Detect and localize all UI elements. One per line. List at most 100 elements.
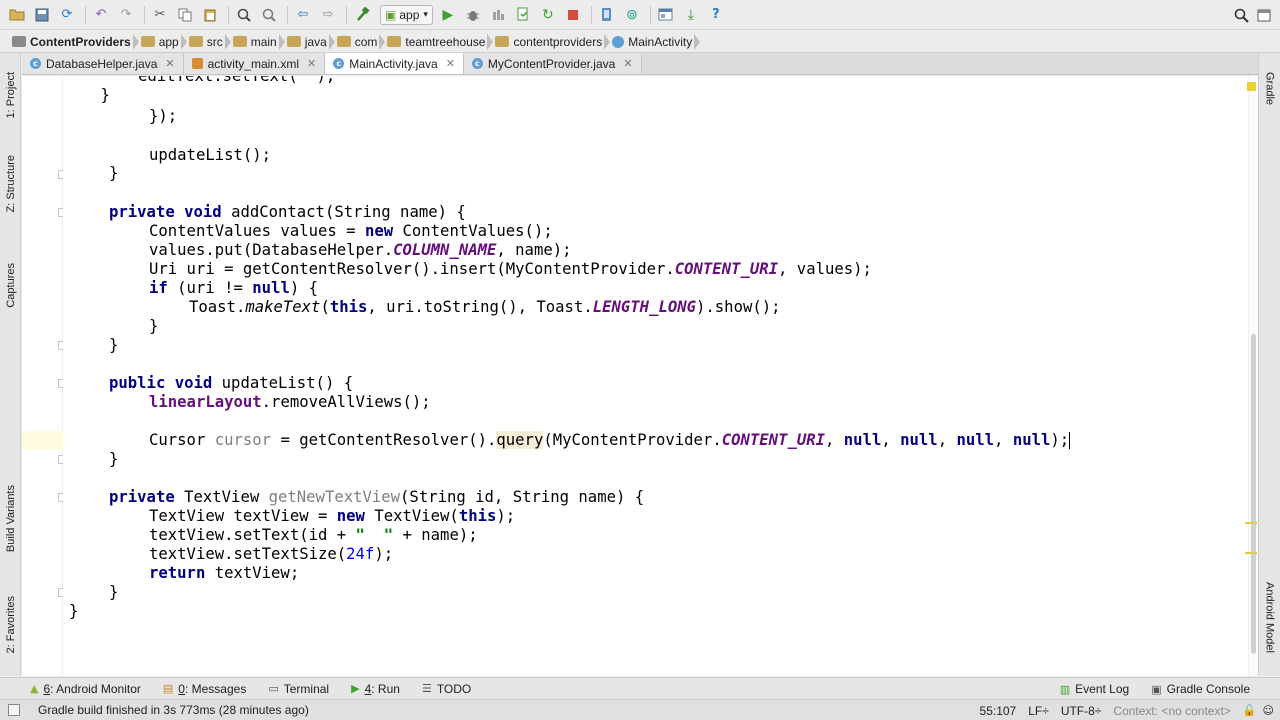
left-tool-strip: 1: Project Z: Structure Captures Build V…	[0, 53, 21, 676]
gradle-console-icon: ▣	[1151, 682, 1162, 696]
breadcrumb-label: com	[354, 34, 378, 49]
tool-event-log[interactable]: ▥ Event Log	[1060, 682, 1129, 696]
apply-changes-icon[interactable]	[512, 4, 534, 26]
bottom-tool-bar: ▲ 6: Android Monitor ▤ 0: Messages ▭ Ter…	[0, 677, 1280, 699]
tool-windows-toggle-icon[interactable]	[8, 704, 20, 716]
save-all-icon[interactable]	[31, 4, 53, 26]
search-everywhere-icon[interactable]	[1230, 4, 1252, 26]
run-icon: ▶	[351, 682, 360, 695]
class-icon: c	[471, 58, 483, 69]
make-project-icon[interactable]	[351, 4, 373, 26]
terminal-icon: ▭	[268, 682, 279, 695]
status-message[interactable]: Gradle build finished in 3s 773ms (28 mi…	[38, 703, 309, 717]
close-icon[interactable]: ✕	[446, 57, 455, 70]
code-line: updateList();	[149, 146, 272, 164]
close-icon[interactable]: ✕	[307, 57, 316, 70]
breadcrumb-item-java[interactable]: java	[285, 32, 335, 52]
code-line: }	[149, 317, 159, 335]
avd-manager-icon[interactable]	[596, 4, 618, 26]
breadcrumb-item-mainactivity[interactable]: MainActivity	[610, 32, 701, 52]
tab-mainactivity[interactable]: c MainActivity.java ✕	[325, 53, 464, 74]
tool-tab-favorites[interactable]: 2: Favorites	[0, 585, 21, 665]
caret-position[interactable]: 55:107	[980, 704, 1017, 718]
run-configuration-dropdown[interactable]: ▣ app ▾	[380, 4, 433, 25]
redo-icon[interactable]: ↷	[115, 4, 137, 26]
tool-tab-android-model[interactable]: Android Model	[1259, 567, 1280, 667]
tool-tab-captures[interactable]: Captures	[0, 249, 21, 321]
warning-marker[interactable]	[1245, 552, 1257, 554]
breadcrumb-item-contentproviders[interactable]: contentproviders	[493, 32, 610, 52]
analysis-status-icon[interactable]	[1247, 82, 1256, 91]
rerun-icon[interactable]: ↻	[537, 4, 559, 26]
open-folder-icon[interactable]	[6, 4, 28, 26]
find-icon[interactable]	[233, 4, 255, 26]
tool-gradle-console[interactable]: ▣ Gradle Console	[1151, 682, 1250, 696]
tab-databasehelper[interactable]: c DatabaseHelper.java ✕	[22, 53, 184, 74]
breadcrumb-item-main[interactable]: main	[231, 32, 285, 52]
right-tool-strip: Gradle Android Model	[1258, 53, 1280, 676]
layout-toggle-icon[interactable]	[1254, 4, 1274, 26]
tool-label: Terminal	[283, 681, 330, 696]
stop-icon[interactable]	[562, 4, 584, 26]
code-line: }	[109, 450, 119, 468]
tool-terminal[interactable]: ▭ Terminal	[268, 682, 329, 696]
breadcrumb-item-app[interactable]: app	[139, 32, 187, 52]
code-line: }	[109, 164, 119, 182]
breadcrumb-item-com[interactable]: com	[335, 32, 386, 52]
tool-android-monitor[interactable]: ▲ 6: Android Monitor	[30, 682, 141, 696]
lock-icon[interactable]: 🔓	[1243, 704, 1257, 717]
code-line: linearLayout.removeAllViews();	[149, 393, 431, 411]
tool-tab-project[interactable]: 1: Project	[0, 59, 21, 131]
tool-run[interactable]: ▶ 4: Run	[351, 682, 400, 696]
code-editor[interactable]: editText.setText(""); } }); updateList()…	[63, 76, 1248, 676]
tool-label: : Android Monitor	[50, 681, 141, 696]
status-bar: Gradle build finished in 3s 773ms (28 mi…	[0, 699, 1280, 720]
copy-icon[interactable]	[174, 4, 196, 26]
toolbar-separator	[649, 5, 651, 24]
tool-todo[interactable]: ☰ TODO	[422, 682, 471, 696]
tab-label: activity_main.xml	[207, 56, 299, 71]
tool-tab-structure[interactable]: Z: Structure	[0, 148, 21, 220]
editor-vertical-scrollbar[interactable]	[1248, 76, 1258, 676]
code-line: Toast.makeText(this, uri.toString(), Toa…	[189, 298, 781, 316]
attach-debugger-icon[interactable]	[487, 4, 509, 26]
tab-activity-main[interactable]: activity_main.xml ✕	[183, 53, 326, 74]
back-icon[interactable]: ⇦	[292, 4, 314, 26]
breadcrumb-item-src[interactable]: src	[187, 32, 231, 52]
code-line: }	[69, 602, 79, 620]
close-icon[interactable]: ✕	[623, 57, 632, 70]
sync-gradle-icon[interactable]: ⊚	[621, 4, 643, 26]
text-caret	[1069, 432, 1071, 449]
undo-icon[interactable]: ↶	[90, 4, 112, 26]
tool-tab-label: Gradle	[1263, 72, 1276, 106]
sync-icon[interactable]: ⟳	[56, 4, 78, 26]
class-icon	[612, 35, 625, 48]
close-icon[interactable]: ✕	[165, 57, 174, 70]
inspector-icon[interactable]: ☺	[1263, 704, 1274, 717]
paste-icon[interactable]	[199, 4, 221, 26]
breadcrumb-item-project[interactable]: ContentProviders	[10, 32, 139, 52]
editor-gutter[interactable]	[22, 76, 63, 676]
cut-icon[interactable]: ✂	[149, 4, 171, 26]
class-icon: c	[333, 58, 345, 69]
replace-icon[interactable]	[258, 4, 280, 26]
toolbar-separator	[85, 5, 86, 24]
tab-mycontentprovider[interactable]: c MyContentProvider.java ✕	[463, 53, 642, 74]
toolbar-separator	[144, 5, 145, 24]
tool-tab-build-variants[interactable]: Build Variants	[0, 473, 21, 565]
tool-messages[interactable]: ▤ 0: Messages	[163, 682, 246, 696]
run-icon[interactable]: ▶	[437, 4, 459, 26]
file-encoding[interactable]: UTF-8÷	[1061, 704, 1102, 718]
tool-tab-gradle[interactable]: Gradle	[1259, 61, 1280, 117]
scrollbar-thumb[interactable]	[1251, 334, 1256, 654]
tool-tab-label: 1: Project	[4, 71, 17, 119]
breadcrumb-item-teamtreehouse[interactable]: teamtreehouse	[385, 32, 494, 52]
forward-icon[interactable]: ⇨	[317, 4, 339, 26]
debug-icon[interactable]	[462, 4, 484, 26]
sdk-manager-icon[interactable]: ⤓	[680, 4, 702, 26]
code-line: private void addContact(String name) {	[109, 203, 466, 221]
warning-marker[interactable]	[1245, 522, 1257, 524]
line-separator[interactable]: LF÷	[1028, 704, 1049, 718]
help-icon[interactable]: ?	[705, 4, 727, 26]
project-structure-icon[interactable]	[655, 4, 677, 26]
